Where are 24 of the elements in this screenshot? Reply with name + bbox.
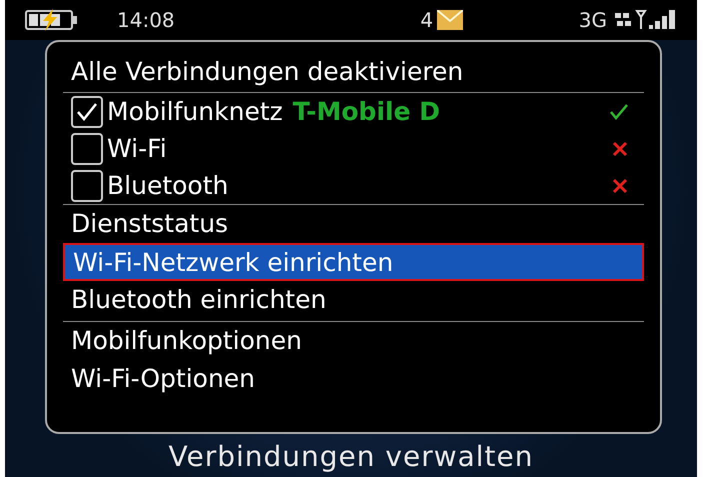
carrier-name: T-Mobile D <box>292 96 440 128</box>
menu-item[interactable]: Mobilfunkoptionen <box>63 322 644 360</box>
checkbox[interactable] <box>71 170 103 202</box>
network-type: 3G <box>578 7 607 34</box>
connection-label: Mobilfunknetz <box>107 96 283 128</box>
screen-title: Verbindungen verwalten <box>168 439 534 475</box>
checkbox[interactable] <box>71 132 103 164</box>
menu-item[interactable]: Bluetooth einrichten <box>63 281 644 319</box>
menu-item[interactable]: Dienststatus <box>63 205 644 243</box>
cross-icon <box>612 140 628 156</box>
clock-time: 14:08 <box>117 7 175 34</box>
battery-charging-icon <box>25 9 79 31</box>
menu-item[interactable]: Wi-Fi-Optionen <box>63 360 644 398</box>
checkbox[interactable] <box>71 96 103 128</box>
connection-label: Wi-Fi <box>107 132 167 165</box>
connection-label: Bluetooth <box>107 170 228 202</box>
envelope-icon <box>437 10 464 30</box>
menu-item[interactable]: Wi-Fi-Netzwerk einrichten <box>63 243 644 281</box>
menu-item[interactable]: Alle Verbindungen deaktivieren <box>63 52 644 92</box>
message-count: 4 <box>420 7 434 34</box>
check-icon <box>76 102 98 122</box>
signal-strength-icon <box>615 9 677 31</box>
check-icon <box>610 104 628 120</box>
cross-icon <box>612 178 628 194</box>
